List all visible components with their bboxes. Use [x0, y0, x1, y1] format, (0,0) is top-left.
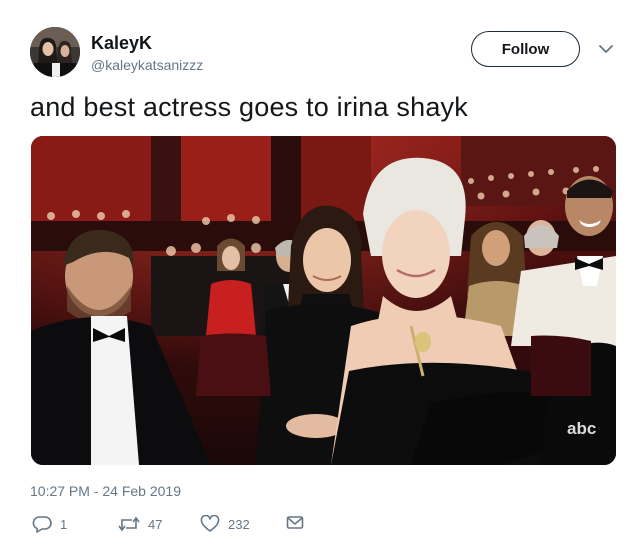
- reply-count: 1: [60, 516, 68, 532]
- heart-icon: [200, 515, 220, 532]
- retweet-count: 47: [148, 516, 163, 532]
- tweet-text: and best actress goes to irina shayk: [30, 92, 468, 122]
- chevron-down-icon[interactable]: [598, 42, 614, 56]
- retweet-icon: [118, 516, 140, 532]
- retweet-button[interactable]: 47: [118, 515, 162, 533]
- reply-icon: [32, 516, 52, 533]
- message-button[interactable]: [286, 515, 304, 531]
- avatar[interactable]: [30, 27, 80, 77]
- tweet-photo[interactable]: abc: [31, 136, 616, 465]
- tweet-timestamp[interactable]: 10:27 PM - 24 Feb 2019: [30, 483, 181, 499]
- user-handle[interactable]: @kaleykatsanizzz: [91, 57, 203, 73]
- like-button[interactable]: 232: [200, 515, 250, 533]
- svg-text:abc: abc: [567, 419, 596, 438]
- abc-watermark: abc: [567, 419, 596, 438]
- envelope-icon: [286, 516, 304, 529]
- reply-button[interactable]: 1: [32, 515, 67, 533]
- follow-button[interactable]: Follow: [471, 31, 580, 67]
- like-count: 232: [228, 516, 250, 532]
- display-name[interactable]: KaleyK: [91, 33, 152, 54]
